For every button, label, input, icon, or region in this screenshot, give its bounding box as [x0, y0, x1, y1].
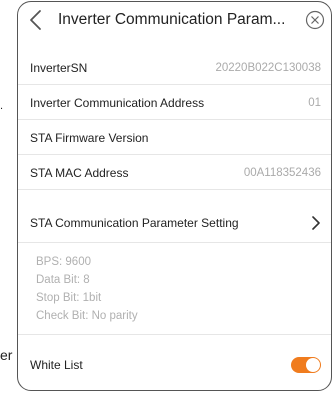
inverter-sn-value: 20220B022C130038: [215, 61, 321, 74]
white-list-label: White List: [30, 358, 83, 372]
param-setting-label: STA Communication Parameter Setting: [30, 215, 239, 230]
phone-frame: Inverter Communication Param... Inverter…: [17, 1, 332, 391]
data-bit-text: Data Bit: 8: [36, 274, 90, 286]
check-bit-text: Check Bit: No parity: [36, 310, 138, 322]
edge-text-dot: .: [0, 100, 4, 112]
firmware-version-label: STA Firmware Version: [30, 130, 149, 145]
edge-text-er: er: [0, 347, 13, 363]
stop-bit-text: Stop Bit: 1bit: [36, 292, 102, 304]
inverter-sn-label: InverterSN: [30, 60, 88, 75]
param-setting-row[interactable]: STA Communication Parameter Setting: [18, 203, 331, 243]
bps-text: BPS: 9600: [36, 256, 91, 268]
chevron-right-icon: [312, 215, 320, 230]
firmware-version-row: STA Firmware Version: [18, 121, 331, 155]
page-title: Inverter Communication Param...: [58, 11, 286, 28]
comm-address-label: Inverter Communication Address: [30, 95, 205, 110]
header: Inverter Communication Param...: [18, 2, 331, 38]
chevron-left-icon[interactable]: [26, 9, 46, 31]
inverter-sn-row: InverterSN 20220B022C130038: [18, 51, 331, 85]
toggle-knob: [306, 358, 320, 372]
white-list-toggle[interactable]: [291, 357, 321, 373]
mac-address-row: STA MAC Address 00A118352436: [18, 156, 331, 190]
comm-address-row: Inverter Communication Address 01: [18, 86, 331, 120]
white-list-row: White List: [18, 346, 331, 384]
mac-address-value: 00A118352436: [243, 166, 321, 179]
comm-address-value: 01: [308, 96, 321, 109]
close-circle-icon[interactable]: [305, 10, 325, 30]
comm-params-block: BPS: 9600 Data Bit: 8 Stop Bit: 1bit Che…: [18, 243, 331, 335]
mac-address-label: STA MAC Address: [30, 165, 129, 180]
